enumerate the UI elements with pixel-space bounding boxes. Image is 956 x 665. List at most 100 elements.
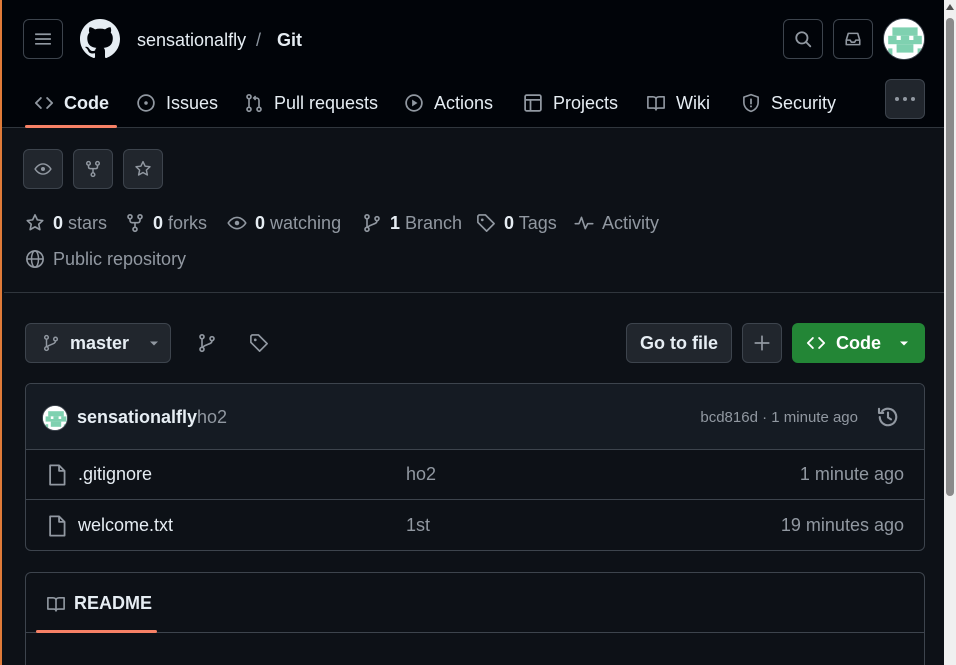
tab-code[interactable]: Code bbox=[34, 78, 109, 128]
fork-icon bbox=[85, 160, 101, 178]
fork-button[interactable] bbox=[73, 149, 113, 189]
stars-count: 0 bbox=[53, 212, 64, 233]
breadcrumb-owner[interactable]: sensationalfly bbox=[137, 29, 246, 51]
scrollbar-thumb[interactable] bbox=[946, 18, 954, 496]
forks-label: forks bbox=[168, 212, 208, 233]
branch-stat[interactable]: 1 Branch bbox=[362, 210, 462, 236]
commit-meta[interactable]: bcd816d · 1 minute ago bbox=[700, 409, 858, 426]
code-icon bbox=[34, 97, 54, 109]
tab-wiki[interactable]: Wiki bbox=[646, 78, 710, 128]
readme-panel: README bbox=[25, 572, 925, 665]
file-age: 1 minute ago bbox=[799, 464, 904, 484]
file-icon bbox=[49, 464, 66, 486]
history-icon[interactable] bbox=[876, 405, 900, 429]
tab-pull-requests[interactable]: Pull requests bbox=[244, 78, 378, 128]
activity-link[interactable]: Activity bbox=[574, 210, 659, 236]
file-browser: sensationalfly ho2 bcd816d · 1 minute ag… bbox=[25, 383, 925, 551]
visibility-stat: Public repository bbox=[25, 246, 186, 272]
file-name[interactable]: .gitignore bbox=[78, 464, 152, 485]
tag-icon bbox=[477, 214, 495, 232]
file-name[interactable]: welcome.txt bbox=[78, 515, 173, 536]
commit-author[interactable]: sensationalfly bbox=[77, 407, 197, 428]
search-icon bbox=[795, 31, 812, 48]
readme-tab[interactable]: README bbox=[46, 593, 152, 614]
tab-projects-label: Projects bbox=[553, 92, 619, 113]
tags-link[interactable] bbox=[247, 331, 271, 355]
commit-author-avatar[interactable] bbox=[42, 405, 68, 431]
tab-issues[interactable]: Issues bbox=[136, 78, 218, 128]
eye-icon bbox=[227, 216, 247, 230]
star-icon bbox=[26, 214, 44, 231]
search-button[interactable] bbox=[783, 19, 823, 59]
stars-stat[interactable]: 0 stars bbox=[25, 210, 107, 236]
tab-actions[interactable]: Actions bbox=[404, 78, 493, 128]
pulse-icon bbox=[574, 216, 594, 230]
pull-request-icon bbox=[246, 93, 262, 113]
identicon-icon bbox=[884, 19, 924, 59]
eye-icon bbox=[34, 163, 52, 175]
forks-stat[interactable]: 0 forks bbox=[125, 210, 207, 236]
go-to-file-button[interactable]: Go to file bbox=[626, 323, 732, 363]
tab-code-label: Code bbox=[64, 92, 109, 113]
add-file-button[interactable] bbox=[742, 323, 782, 363]
branch-label: Branch bbox=[405, 212, 463, 233]
branch-count: 1 bbox=[390, 212, 401, 233]
globe-icon bbox=[26, 250, 44, 268]
file-row[interactable]: welcome.txt 1st 19 minutes ago bbox=[26, 501, 924, 550]
caret-down-icon bbox=[900, 341, 908, 346]
code-dropdown-button[interactable]: Code bbox=[792, 323, 925, 363]
shield-icon bbox=[743, 93, 759, 113]
star-button[interactable] bbox=[123, 149, 163, 189]
tab-security[interactable]: Security bbox=[741, 78, 836, 128]
branches-link[interactable] bbox=[195, 331, 219, 355]
caret-down-icon bbox=[150, 341, 159, 346]
tab-wiki-label: Wiki bbox=[676, 92, 710, 113]
watching-count: 0 bbox=[255, 212, 266, 233]
file-commit-message[interactable]: ho2 bbox=[406, 464, 436, 485]
kebab-horizontal-icon bbox=[895, 97, 915, 101]
readme-divider bbox=[26, 632, 924, 633]
scroll-up-arrow-icon[interactable] bbox=[946, 4, 954, 10]
readme-tab-label: README bbox=[74, 593, 153, 613]
breadcrumb-separator: / bbox=[256, 30, 262, 50]
readme-active-indicator bbox=[36, 630, 157, 633]
active-tab-indicator bbox=[25, 125, 117, 128]
code-icon bbox=[806, 337, 826, 349]
github-logo-icon[interactable] bbox=[80, 19, 120, 59]
book-icon bbox=[647, 95, 665, 111]
commit-message[interactable]: ho2 bbox=[197, 407, 227, 428]
table-icon bbox=[524, 94, 542, 112]
repo-header: sensationalfly / Git Code Issues Pull re… bbox=[2, 0, 944, 128]
file-commit-message[interactable]: 1st bbox=[406, 515, 430, 536]
fork-icon bbox=[127, 213, 143, 233]
tab-security-label: Security bbox=[771, 92, 837, 113]
issue-icon bbox=[137, 94, 155, 112]
tags-label: Tags bbox=[518, 212, 557, 233]
star-icon bbox=[135, 160, 151, 176]
user-avatar[interactable] bbox=[883, 18, 925, 60]
tags-stat[interactable]: 0 Tags bbox=[476, 210, 557, 236]
tags-count: 0 bbox=[504, 212, 515, 233]
branch-icon bbox=[43, 334, 59, 352]
file-icon bbox=[49, 515, 66, 537]
more-tabs-button[interactable] bbox=[885, 79, 925, 119]
file-row[interactable]: .gitignore ho2 1 minute ago bbox=[26, 450, 924, 500]
branch-name: master bbox=[70, 332, 130, 353]
plus-icon bbox=[754, 335, 770, 351]
watching-stat[interactable]: 0 watching bbox=[227, 210, 341, 236]
tab-pull-requests-label: Pull requests bbox=[274, 92, 379, 113]
identicon-icon bbox=[43, 406, 67, 430]
branch-selector-button[interactable]: master bbox=[25, 323, 171, 363]
latest-commit-row: sensationalfly ho2 bcd816d · 1 minute ag… bbox=[26, 384, 924, 450]
tab-issues-label: Issues bbox=[166, 92, 219, 113]
hamburger-menu-button[interactable] bbox=[23, 19, 63, 59]
tab-actions-label: Actions bbox=[434, 92, 494, 113]
forks-count: 0 bbox=[153, 212, 164, 233]
play-icon bbox=[405, 94, 423, 112]
breadcrumb-repo[interactable]: Git bbox=[277, 29, 302, 51]
tab-projects[interactable]: Projects bbox=[523, 78, 618, 128]
visibility-label: Public repository bbox=[53, 248, 187, 269]
inbox-button[interactable] bbox=[833, 19, 873, 59]
watch-button[interactable] bbox=[23, 149, 63, 189]
page-scrollbar[interactable] bbox=[944, 0, 956, 665]
